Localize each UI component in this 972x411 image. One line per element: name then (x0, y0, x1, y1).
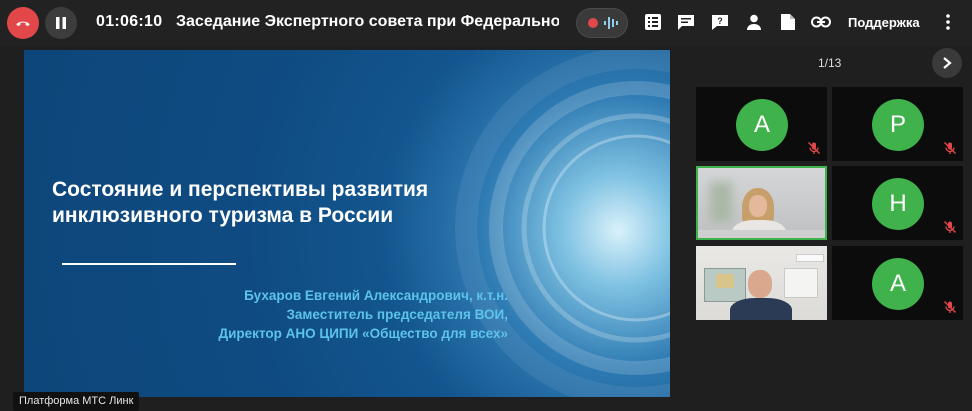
hangup-icon (16, 21, 30, 27)
meeting-timer: 01:06:10 (96, 13, 163, 30)
slide-divider (62, 263, 236, 265)
chat-icon (678, 15, 694, 30)
pause-icon (56, 17, 66, 29)
slide-author-block: Бухаров Евгений Александрович, к.т.н. За… (219, 286, 508, 343)
mic-off-icon (944, 301, 956, 313)
participant-tile[interactable]: Р (832, 87, 963, 161)
wall-map-detail (716, 274, 734, 288)
link-icon (811, 16, 831, 28)
more-vertical-icon (946, 14, 950, 30)
avatar: Н (872, 178, 924, 230)
recording-indicator[interactable] (576, 8, 628, 38)
copy-link-button[interactable] (811, 12, 831, 32)
mic-off-icon (944, 221, 956, 233)
checklist-icon (645, 14, 661, 30)
svg-text:?: ? (717, 16, 723, 26)
pause-button[interactable] (45, 7, 77, 39)
participant-tile[interactable]: А (832, 246, 963, 320)
platform-watermark: Платформа МТС Линк (13, 392, 140, 411)
record-icon (588, 18, 598, 28)
chevron-right-icon (943, 57, 952, 69)
question-icon: ? (712, 15, 728, 30)
hangup-button[interactable] (7, 7, 39, 39)
mic-off-icon (944, 142, 956, 154)
participant-tile[interactable]: А (696, 87, 827, 161)
questions-button[interactable]: ? (710, 12, 730, 32)
slide-title-line: инклюзивного туризма в России (52, 204, 394, 227)
document-icon (781, 14, 795, 30)
support-link[interactable]: Поддержка (848, 15, 920, 30)
author-organization: Директор АНО ЦИПИ «Общество для всех» (218, 326, 508, 341)
slide-title-line: Состояние и перспективы развития (52, 178, 429, 201)
meeting-title: Заседание Экспертного совета при Федерал… (176, 13, 559, 30)
participants-page-indicator: 1/13 (818, 56, 842, 70)
next-page-button[interactable] (932, 48, 962, 78)
avatar: Р (872, 99, 924, 151)
air-conditioner (796, 254, 824, 262)
author-position: Заместитель председателя ВОИ, (286, 307, 508, 322)
person-icon (747, 14, 761, 30)
author-name: Бухаров Евгений Александрович, к.т.н. (244, 288, 508, 303)
video-desk (698, 230, 825, 238)
participants-button[interactable] (744, 12, 764, 32)
participant-video-tile[interactable] (696, 166, 827, 240)
slide-title: Состояние и перспективы развития инклюзи… (52, 177, 512, 229)
avatar: А (736, 99, 788, 151)
participant-tile[interactable]: Н (832, 166, 963, 240)
whiteboard (784, 268, 818, 298)
files-button[interactable] (778, 12, 798, 32)
mic-off-icon (808, 142, 820, 154)
participant-video-tile[interactable] (696, 246, 827, 320)
avatar: А (872, 258, 924, 310)
presentation-slide: Состояние и перспективы развития инклюзи… (24, 50, 670, 397)
video-person-face (748, 270, 772, 298)
more-menu-button[interactable] (938, 12, 958, 32)
top-bar: 01:06:10 Заседание Экспертного совета пр… (0, 0, 972, 46)
video-person-body (730, 298, 792, 320)
agenda-button[interactable] (643, 12, 663, 32)
video-person-face (749, 195, 767, 217)
background-plant (710, 182, 732, 222)
chat-button[interactable] (676, 12, 696, 32)
audio-wave-icon (604, 17, 618, 29)
